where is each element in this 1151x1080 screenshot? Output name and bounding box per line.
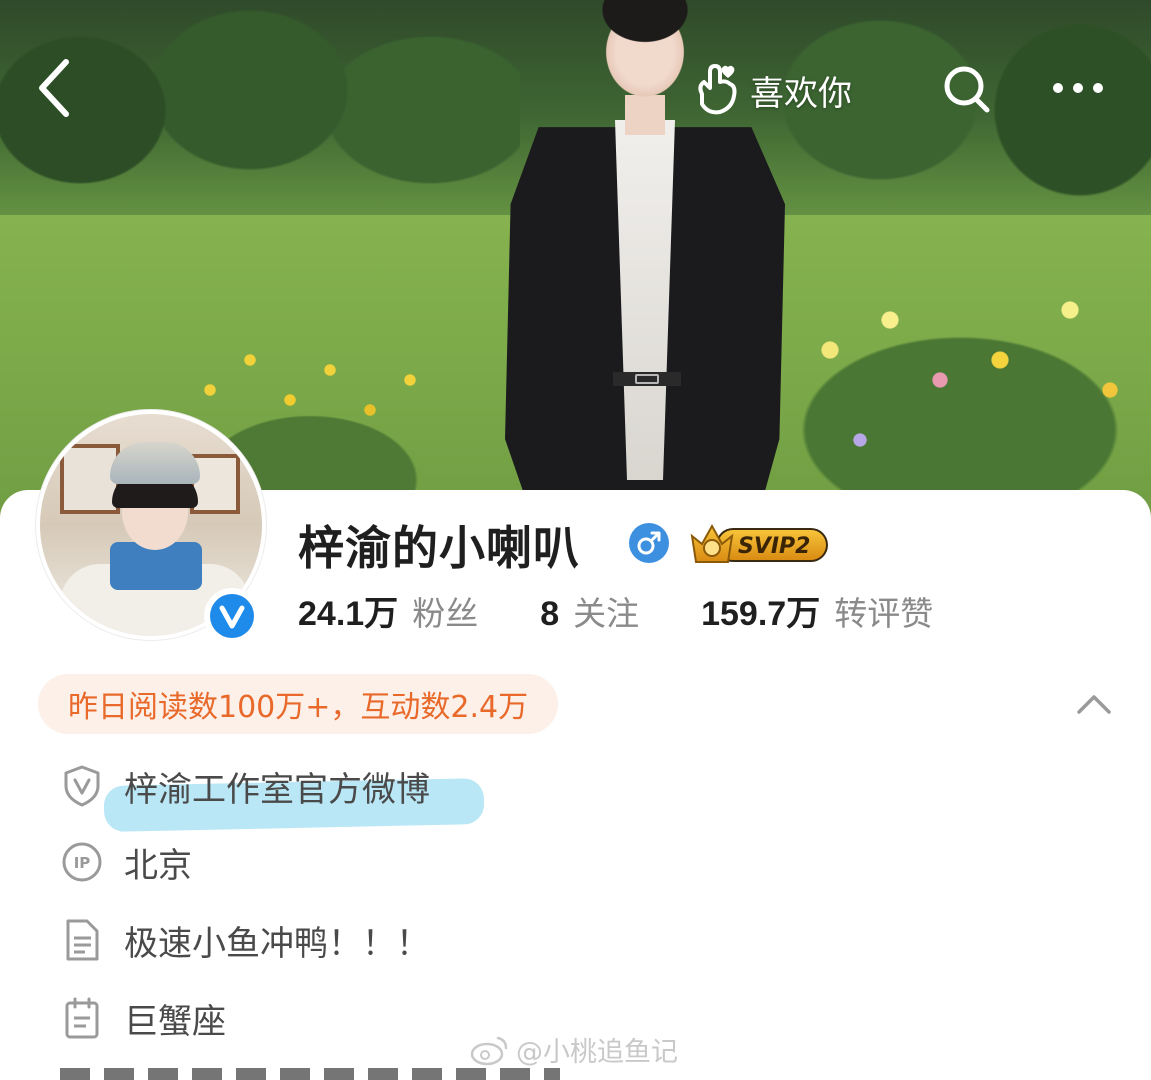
- search-icon: [944, 66, 990, 113]
- zodiac-text: 巨蟹座: [124, 1001, 226, 1042]
- cover-flowers-right: [740, 240, 1151, 520]
- stat-following[interactable]: 8 关注: [540, 587, 639, 635]
- following-label: 关注: [573, 594, 640, 633]
- cover-trees-right: [760, 0, 1151, 240]
- svip-label: SVIP2: [738, 534, 811, 559]
- info-row-bio: 极速小鱼冲鸭！！！: [60, 912, 430, 968]
- following-count: 8: [540, 595, 560, 633]
- stats-row: 24.1万 粉丝 8 关注 159.7万 转评赞: [298, 586, 995, 636]
- calendar-icon: [60, 996, 104, 1040]
- weibo-logo-icon: [470, 1036, 508, 1065]
- svip-badge[interactable]: SVIP2: [686, 514, 832, 570]
- followers-label: 粉丝: [412, 594, 479, 633]
- interactions-count: 159.7万: [701, 595, 821, 633]
- shield-v-icon: [60, 764, 104, 808]
- cover-trees-left: [0, 0, 520, 230]
- info-row-ip: IP 北京: [60, 834, 192, 890]
- info-row-zodiac: 巨蟹座: [60, 990, 226, 1046]
- like-button[interactable]: 喜欢你: [692, 62, 852, 118]
- male-icon: [629, 523, 669, 563]
- reads-highlight-pill[interactable]: 昨日阅读数100万+，互动数2.4万: [38, 674, 559, 734]
- ip-icon: IP: [60, 840, 104, 884]
- ip-location-text: 北京: [124, 845, 192, 886]
- cut-off-text-row: [60, 1068, 560, 1080]
- followers-count: 24.1万: [298, 595, 399, 633]
- reads-highlight-text: 昨日阅读数100万+，互动数2.4万: [68, 690, 529, 725]
- verified-v-icon: [210, 594, 254, 638]
- interactions-label: 转评赞: [834, 594, 934, 633]
- document-icon: [60, 918, 104, 962]
- watermark: @小桃追鱼记: [470, 1030, 678, 1069]
- chevron-left-icon: [39, 59, 69, 117]
- info-row-verification: 梓渝工作室官方微博: [60, 758, 430, 814]
- verification-text: 梓渝工作室官方微博: [124, 769, 430, 810]
- svg-text:IP: IP: [74, 854, 91, 872]
- stat-interactions[interactable]: 159.7万 转评赞: [701, 586, 933, 635]
- stat-followers[interactable]: 24.1万 粉丝: [298, 586, 478, 635]
- back-button[interactable]: [36, 58, 72, 118]
- chevron-up-icon: [1077, 695, 1111, 714]
- collapse-button[interactable]: [1076, 690, 1112, 718]
- watermark-text: @小桃追鱼记: [516, 1037, 678, 1068]
- search-button[interactable]: [942, 64, 992, 114]
- more-dots-icon: [1053, 83, 1103, 93]
- bio-text: 极速小鱼冲鸭！！！: [124, 923, 430, 964]
- verified-badge: [204, 588, 260, 644]
- like-label: 喜欢你: [750, 73, 852, 114]
- hand-heart-icon: [698, 64, 737, 115]
- more-button[interactable]: [1050, 70, 1106, 106]
- profile-name: 梓渝的小喇叭: [298, 521, 580, 575]
